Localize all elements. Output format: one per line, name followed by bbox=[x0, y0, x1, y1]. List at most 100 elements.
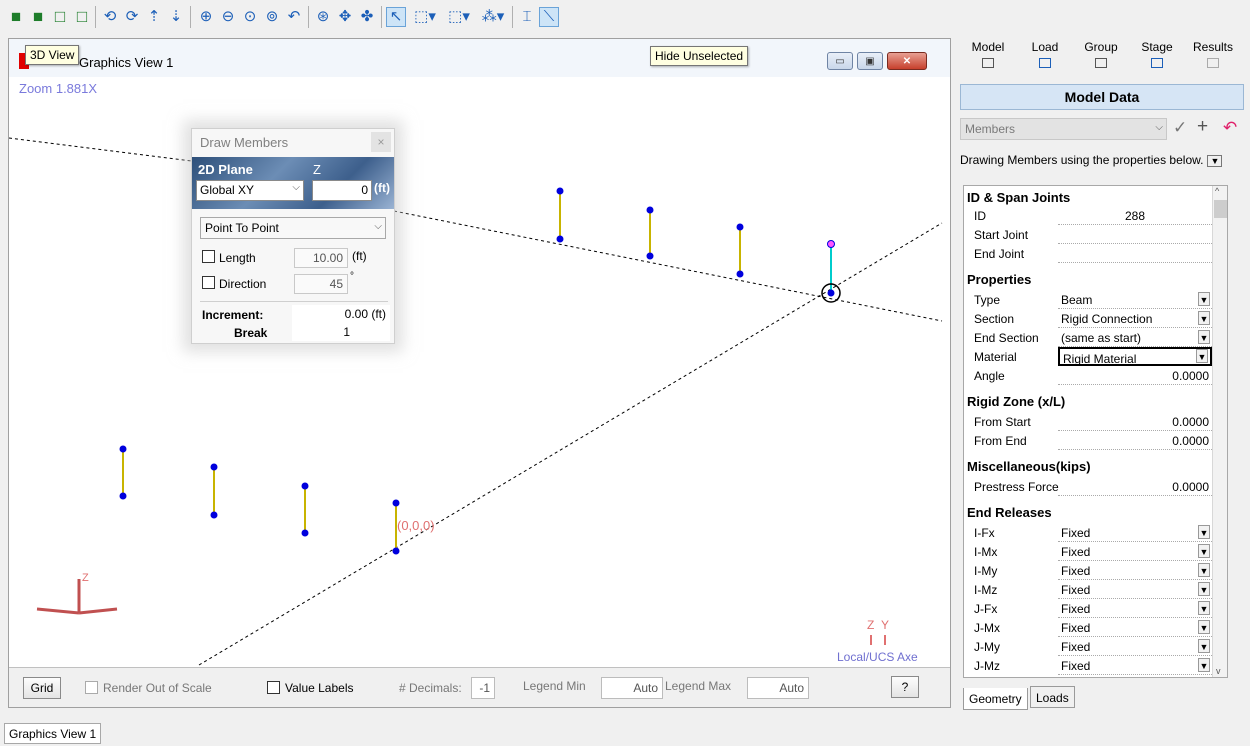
rotate-free-icon[interactable]: ✤ bbox=[357, 7, 377, 27]
joint bbox=[556, 187, 564, 195]
svg-text:Z: Z bbox=[867, 618, 874, 632]
tab-geometry[interactable]: Geometry bbox=[963, 688, 1028, 710]
row-release[interactable]: I-Mx Fixed ▼ bbox=[964, 542, 1212, 561]
render-out-of-scale-checkbox[interactable] bbox=[85, 681, 98, 694]
add-icon[interactable]: + bbox=[1197, 116, 1208, 138]
tab-group[interactable]: Group bbox=[1073, 40, 1129, 68]
row-release[interactable]: J-Mz Fixed ▼ bbox=[964, 656, 1212, 675]
value-labels-checkbox[interactable] bbox=[267, 681, 280, 694]
legend-max-label: Legend Max bbox=[665, 679, 732, 693]
pan-icon[interactable]: ✥ bbox=[335, 7, 355, 27]
plane-select[interactable]: Global XY ⌵ bbox=[196, 180, 304, 201]
joint bbox=[210, 463, 218, 471]
property-grid[interactable]: ID & Span Joints ID 288 Start Joint End J… bbox=[963, 185, 1228, 678]
window-tab-graphics-view[interactable]: Graphics View 1 bbox=[4, 723, 102, 744]
undo-icon[interactable]: ↶ bbox=[1223, 118, 1237, 138]
dropdown-arrow-icon: ▼ bbox=[1198, 544, 1210, 558]
zoom-out-icon[interactable]: ⊖ bbox=[218, 7, 238, 27]
zoom-window-icon[interactable]: ⊙ bbox=[240, 7, 260, 27]
zoom-in-icon[interactable]: ⊕ bbox=[196, 7, 216, 27]
legend-max-input[interactable]: Auto bbox=[747, 677, 809, 699]
tab-model[interactable]: Model bbox=[960, 40, 1016, 68]
cube-icon[interactable]: ■ bbox=[6, 7, 26, 27]
row-release[interactable]: J-Mx Fixed ▼ bbox=[964, 618, 1212, 637]
select-window-icon[interactable]: ⬚▾ bbox=[444, 7, 474, 27]
row-material[interactable]: Material Rigid Material ▼ bbox=[964, 347, 1212, 366]
zoom-selection-icon[interactable]: ⊛ bbox=[313, 7, 333, 27]
select-pointer-icon[interactable]: ↖ bbox=[386, 7, 406, 27]
cube-icon[interactable]: ■ bbox=[28, 7, 48, 27]
plane-label: 2D Plane bbox=[198, 162, 253, 177]
row-prestress-force[interactable]: Prestress Force 0.0000 bbox=[964, 477, 1212, 496]
row-from-end[interactable]: From End 0.0000 bbox=[964, 431, 1212, 450]
joint-preview bbox=[827, 240, 835, 248]
row-release[interactable]: J-Fx Fixed ▼ bbox=[964, 599, 1212, 618]
row-release[interactable]: I-Mz Fixed ▼ bbox=[964, 580, 1212, 599]
chevron-down-icon: ⌵ bbox=[374, 221, 382, 232]
row-type[interactable]: Type Beam ▼ bbox=[964, 290, 1212, 309]
model-canvas[interactable]: (0,0,0) Z Z Y Local/UCS Axe bbox=[9, 39, 950, 667]
row-angle[interactable]: Angle 0.0000 bbox=[964, 366, 1212, 385]
dropdown-icon: ▼ bbox=[1207, 155, 1223, 167]
rotate-up-icon[interactable]: ⇡ bbox=[144, 7, 164, 27]
row-from-start[interactable]: From Start 0.0000 bbox=[964, 412, 1212, 431]
row-id[interactable]: ID 288 bbox=[964, 206, 1212, 225]
row-release[interactable]: I-My Fixed ▼ bbox=[964, 561, 1212, 580]
decimals-label: # Decimals: bbox=[399, 681, 462, 695]
row-release[interactable]: J-My Fixed ▼ bbox=[964, 637, 1212, 656]
length-checkbox[interactable] bbox=[202, 250, 215, 263]
dropdown-arrow-icon: ▼ bbox=[1198, 311, 1210, 325]
chevron-down-icon: ⌵ bbox=[1155, 122, 1163, 133]
direction-checkbox[interactable] bbox=[202, 276, 215, 289]
scroll-up-icon: ^ bbox=[1215, 186, 1220, 196]
break-input[interactable]: 1 bbox=[292, 323, 390, 341]
joint bbox=[827, 289, 835, 297]
row-end-section[interactable]: End Section (same as start) ▼ bbox=[964, 328, 1212, 347]
graphics-view[interactable]: Graphics View 1 ▭ ▣ ✕ 3D View Hide Unsel… bbox=[8, 38, 951, 708]
zoom-previous-icon[interactable]: ↶ bbox=[284, 7, 304, 27]
row-start-joint[interactable]: Start Joint bbox=[964, 225, 1212, 244]
z-input[interactable]: 0 bbox=[312, 180, 372, 201]
draw-members-header: Draw Members × bbox=[192, 129, 394, 157]
check-icon[interactable]: ✓ bbox=[1173, 118, 1187, 138]
snap-icon[interactable]: ⁂▾ bbox=[478, 7, 508, 27]
dropdown-arrow-icon: ▼ bbox=[1196, 349, 1208, 363]
draw-member-icon[interactable]: ⟍ bbox=[539, 7, 559, 27]
z-label: Z bbox=[313, 162, 321, 177]
grid-button[interactable]: Grid bbox=[23, 677, 61, 699]
tab-loads[interactable]: Loads bbox=[1030, 686, 1075, 708]
section-end-releases: End Releases bbox=[967, 505, 1052, 520]
tab-results[interactable]: Results bbox=[1185, 40, 1241, 68]
dimension-icon[interactable]: ⌶ bbox=[517, 7, 537, 27]
zoom-extents-icon[interactable]: ⊚ bbox=[262, 7, 282, 27]
rotate-left-icon[interactable]: ⟲ bbox=[100, 7, 120, 27]
help-button[interactable]: ? bbox=[891, 676, 919, 698]
direction-input[interactable]: 45 bbox=[294, 274, 348, 294]
scroll-down-icon: v bbox=[1216, 666, 1221, 676]
property-grid-scrollbar[interactable]: ^ v bbox=[1212, 186, 1227, 677]
rotate-right-icon[interactable]: ⟳ bbox=[122, 7, 142, 27]
draw-mode-select[interactable]: Point To Point ⌵ bbox=[200, 217, 386, 239]
scroll-thumb[interactable] bbox=[1214, 200, 1227, 218]
panel-description: Drawing Members using the properties bel… bbox=[960, 153, 1223, 167]
tab-stage[interactable]: Stage bbox=[1129, 40, 1185, 68]
row-release[interactable]: I-Fx Fixed ▼ bbox=[964, 523, 1212, 542]
row-end-joint[interactable]: End Joint bbox=[964, 244, 1212, 263]
dropdown-arrow-icon: ▼ bbox=[1198, 292, 1210, 306]
tab-load[interactable]: Load bbox=[1017, 40, 1073, 68]
rotate-down-icon[interactable]: ⇣ bbox=[166, 7, 186, 27]
cube-icon[interactable]: □ bbox=[72, 7, 92, 27]
group-icon bbox=[1095, 58, 1107, 68]
close-icon[interactable]: × bbox=[371, 132, 391, 152]
select-box-icon[interactable]: ⬚▾ bbox=[410, 7, 440, 27]
decimals-input[interactable]: -1 bbox=[471, 677, 495, 699]
legend-min-input[interactable]: Auto bbox=[601, 677, 663, 699]
increment-input[interactable]: 0.00 (ft) bbox=[292, 305, 390, 323]
plane-section: 2D Plane Z Global XY ⌵ 0 (ft) bbox=[192, 157, 394, 209]
row-section[interactable]: Section Rigid Connection ▼ bbox=[964, 309, 1212, 328]
member-type-select[interactable]: Members ⌵ bbox=[960, 118, 1167, 140]
joint bbox=[119, 492, 127, 500]
length-input[interactable]: 10.00 bbox=[294, 248, 348, 268]
svg-text:Local/UCS Axe: Local/UCS Axe bbox=[837, 650, 918, 664]
cube-icon[interactable]: □ bbox=[50, 7, 70, 27]
